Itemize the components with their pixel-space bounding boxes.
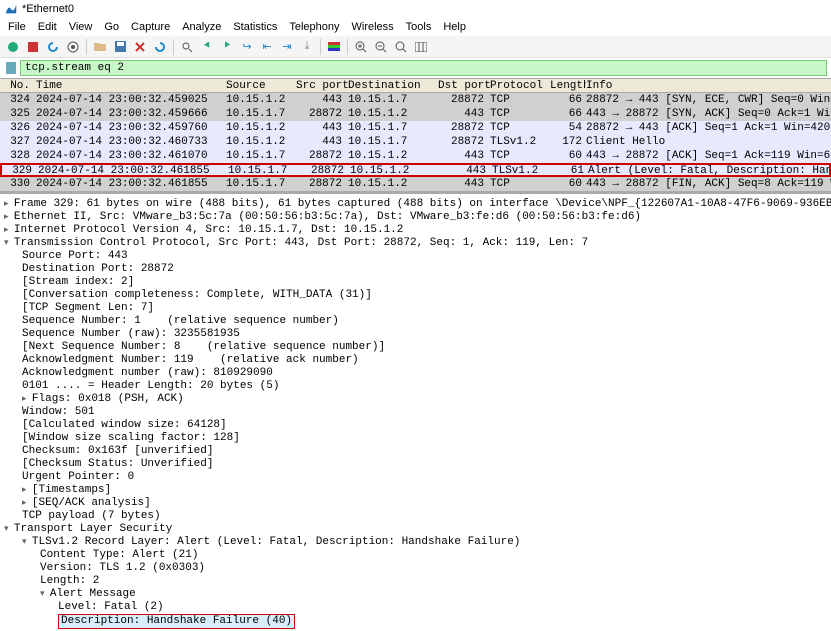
col-srcport[interactable]: Src port bbox=[296, 79, 348, 92]
detail-tls-field: Content Type: Alert (21) bbox=[4, 549, 827, 562]
detail-tcp-field: Destination Port: 28872 bbox=[4, 263, 827, 276]
stop-capture-icon[interactable] bbox=[24, 38, 42, 56]
packet-row[interactable]: 3282024-07-14 23:00:32.46107010.15.1.728… bbox=[0, 149, 831, 163]
col-source[interactable]: Source bbox=[226, 79, 296, 92]
start-capture-icon[interactable] bbox=[4, 38, 22, 56]
packet-row[interactable]: 3272024-07-14 23:00:32.46073310.15.1.244… bbox=[0, 135, 831, 149]
detail-tcp-field: Acknowledgment number (raw): 810929090 bbox=[4, 367, 827, 380]
zoom-in-icon[interactable] bbox=[352, 38, 370, 56]
title-bar: *Ethernet0 bbox=[0, 0, 831, 18]
toolbar-separator bbox=[347, 39, 348, 55]
detail-tcp-payload: TCP payload (7 bytes) bbox=[4, 510, 827, 523]
col-destination[interactable]: Destination bbox=[348, 79, 438, 92]
find-icon[interactable] bbox=[178, 38, 196, 56]
menu-tools[interactable]: Tools bbox=[402, 20, 436, 34]
col-info[interactable]: Info bbox=[586, 79, 831, 92]
main-toolbar: ⯇ ⯈ ↪ ⇤ ⇥ ⤓ bbox=[0, 36, 831, 58]
close-file-icon[interactable] bbox=[131, 38, 149, 56]
display-filter-input[interactable] bbox=[20, 60, 827, 76]
menu-help[interactable]: Help bbox=[439, 20, 470, 34]
menu-analyze[interactable]: Analyze bbox=[178, 20, 225, 34]
capture-options-icon[interactable] bbox=[64, 38, 82, 56]
goto-packet-icon[interactable]: ↪ bbox=[238, 38, 256, 56]
col-time[interactable]: Time bbox=[36, 79, 226, 92]
reload-icon[interactable] bbox=[151, 38, 169, 56]
detail-alert-message[interactable]: Alert Message bbox=[4, 588, 827, 601]
window-title: *Ethernet0 bbox=[22, 3, 74, 15]
packet-details-pane[interactable]: Frame 329: 61 bytes on wire (488 bits), … bbox=[0, 192, 831, 631]
detail-tcp-field: [Next Sequence Number: 8 (relative seque… bbox=[4, 341, 827, 354]
packet-row[interactable]: 3302024-07-14 23:00:32.46185510.15.1.728… bbox=[0, 177, 831, 191]
packet-row[interactable]: 3252024-07-14 23:00:32.45966610.15.1.728… bbox=[0, 107, 831, 121]
packet-list-pane[interactable]: No. Time Source Src port Destination Dst… bbox=[0, 78, 831, 192]
detail-tls-field: Length: 2 bbox=[4, 575, 827, 588]
col-length[interactable]: Length bbox=[550, 79, 586, 92]
toolbar-separator bbox=[173, 39, 174, 55]
detail-tcp-field: [TCP Segment Len: 7] bbox=[4, 302, 827, 315]
detail-tcp-field: Checksum: 0x163f [unverified] bbox=[4, 445, 827, 458]
menu-edit[interactable]: Edit bbox=[34, 20, 61, 34]
resize-columns-icon[interactable] bbox=[412, 38, 430, 56]
detail-tcp-field: Acknowledgment Number: 119 (relative ack… bbox=[4, 354, 827, 367]
detail-tcp-field: Sequence Number (raw): 3235581935 bbox=[4, 328, 827, 341]
detail-tcp-field: [Conversation completeness: Complete, WI… bbox=[4, 289, 827, 302]
detail-tcp-field: [Stream index: 2] bbox=[4, 276, 827, 289]
prev-packet-icon[interactable]: ⯇ bbox=[198, 38, 216, 56]
detail-tcp-field: [Window size scaling factor: 128] bbox=[4, 432, 827, 445]
detail-tls-record[interactable]: TLSv1.2 Record Layer: Alert (Level: Fata… bbox=[4, 536, 827, 549]
col-no[interactable]: No. bbox=[0, 79, 36, 92]
detail-alert-level: Level: Fatal (2) bbox=[4, 601, 827, 614]
zoom-out-icon[interactable] bbox=[372, 38, 390, 56]
display-filter-bar bbox=[0, 58, 831, 78]
detail-tcp-field: Urgent Pointer: 0 bbox=[4, 471, 827, 484]
menu-wireless[interactable]: Wireless bbox=[348, 20, 398, 34]
wireshark-icon bbox=[4, 2, 18, 16]
packet-row[interactable]: 3242024-07-14 23:00:32.45902510.15.1.244… bbox=[0, 93, 831, 107]
detail-tcp-field: Window: 501 bbox=[4, 406, 827, 419]
packet-row[interactable]: 3262024-07-14 23:00:32.45976010.15.1.244… bbox=[0, 121, 831, 135]
save-file-icon[interactable] bbox=[111, 38, 129, 56]
detail-tcp-field: [Checksum Status: Unverified] bbox=[4, 458, 827, 471]
detail-tls[interactable]: Transport Layer Security bbox=[4, 523, 827, 536]
first-packet-icon[interactable]: ⇤ bbox=[258, 38, 276, 56]
menu-file[interactable]: File bbox=[4, 20, 30, 34]
packet-row[interactable]: 3292024-07-14 23:00:32.46185510.15.1.728… bbox=[0, 163, 831, 177]
detail-tcp-flags[interactable]: Flags: 0x018 (PSH, ACK) bbox=[4, 393, 827, 406]
detail-ethernet[interactable]: Ethernet II, Src: VMware_b3:5c:7a (00:50… bbox=[4, 211, 827, 224]
menu-telephony[interactable]: Telephony bbox=[285, 20, 343, 34]
restart-capture-icon[interactable] bbox=[44, 38, 62, 56]
detail-timestamps[interactable]: [Timestamps] bbox=[4, 484, 827, 497]
detail-seqack[interactable]: [SEQ/ACK analysis] bbox=[4, 497, 827, 510]
detail-alert-description: Description: Handshake Failure (40) bbox=[4, 614, 827, 627]
toolbar-separator bbox=[86, 39, 87, 55]
detail-ip[interactable]: Internet Protocol Version 4, Src: 10.15.… bbox=[4, 224, 827, 237]
detail-tcp-field: Source Port: 443 bbox=[4, 250, 827, 263]
detail-tcp[interactable]: Transmission Control Protocol, Src Port:… bbox=[4, 237, 827, 250]
open-file-icon[interactable] bbox=[91, 38, 109, 56]
next-packet-icon[interactable]: ⯈ bbox=[218, 38, 236, 56]
zoom-reset-icon[interactable] bbox=[392, 38, 410, 56]
detail-tcp-field: Sequence Number: 1 (relative sequence nu… bbox=[4, 315, 827, 328]
detail-frame[interactable]: Frame 329: 61 bytes on wire (488 bits), … bbox=[4, 198, 827, 211]
packet-list-header: No. Time Source Src port Destination Dst… bbox=[0, 79, 831, 93]
col-dstport[interactable]: Dst port bbox=[438, 79, 490, 92]
menu-statistics[interactable]: Statistics bbox=[229, 20, 281, 34]
colorize-icon[interactable] bbox=[325, 38, 343, 56]
detail-tcp-field: [Calculated window size: 64128] bbox=[4, 419, 827, 432]
last-packet-icon[interactable]: ⇥ bbox=[278, 38, 296, 56]
col-protocol[interactable]: Protocol bbox=[490, 79, 550, 92]
detail-tcp-field: 0101 .... = Header Length: 20 bytes (5) bbox=[4, 380, 827, 393]
auto-scroll-icon[interactable]: ⤓ bbox=[298, 38, 316, 56]
detail-tls-field: Version: TLS 1.2 (0x0303) bbox=[4, 562, 827, 575]
filter-bookmark-icon[interactable] bbox=[4, 61, 18, 75]
menu-view[interactable]: View bbox=[65, 20, 97, 34]
toolbar-separator bbox=[320, 39, 321, 55]
menu-capture[interactable]: Capture bbox=[127, 20, 174, 34]
menu-go[interactable]: Go bbox=[100, 20, 123, 34]
menu-bar: File Edit View Go Capture Analyze Statis… bbox=[0, 18, 831, 36]
